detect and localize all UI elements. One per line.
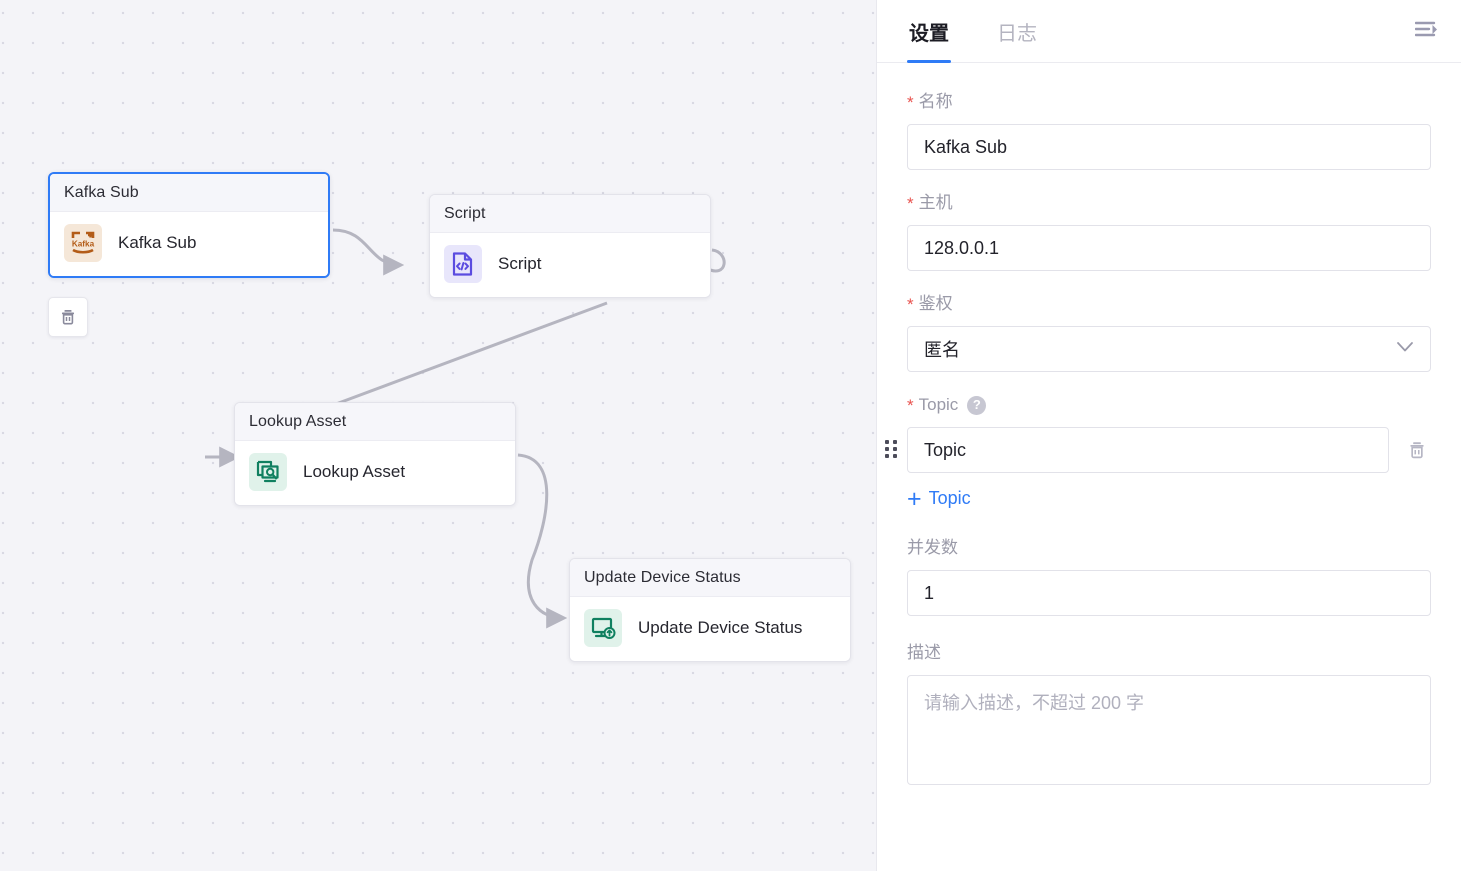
properties-panel: 设置 日志 * 名称 * 主机 <box>876 0 1461 871</box>
flow-node-lookup-asset[interactable]: Lookup Asset Lookup Asset <box>234 402 516 506</box>
drag-dot <box>885 447 889 451</box>
settings-form: * 名称 * 主机 * 鉴权 <box>877 63 1461 871</box>
drag-dot <box>885 440 889 444</box>
drag-dot <box>893 454 897 458</box>
trash-icon <box>58 307 78 327</box>
label-text: 描述 <box>907 642 941 664</box>
drag-dot <box>893 440 897 444</box>
node-title: Kafka Sub <box>50 174 328 212</box>
node-label: Kafka Sub <box>118 233 196 253</box>
node-title: Update Device Status <box>570 559 850 597</box>
field-topic: * Topic ? <box>907 394 1431 511</box>
name-input[interactable] <box>907 124 1431 170</box>
question-icon[interactable]: ? <box>967 396 986 415</box>
node-body: Script <box>430 233 710 297</box>
node-label: Lookup Asset <box>303 462 405 482</box>
field-label-auth: * 鉴权 <box>907 293 1431 315</box>
node-label: Script <box>498 254 541 274</box>
required-marker: * <box>907 94 914 111</box>
required-marker: * <box>907 195 914 212</box>
node-title: Lookup Asset <box>235 403 515 441</box>
auth-select-wrap[interactable] <box>907 326 1431 372</box>
topic-input[interactable] <box>907 427 1389 473</box>
field-label-name: * 名称 <box>907 91 1431 113</box>
node-body: Kafka Kafka Sub <box>50 212 328 276</box>
trash-icon <box>1406 439 1428 461</box>
field-label-host: * 主机 <box>907 192 1431 214</box>
flow-node-script[interactable]: Script Script <box>429 194 711 298</box>
workflow-editor: Kafka Sub Kafka Kafka Sub <box>0 0 1461 871</box>
delete-node-button[interactable] <box>48 297 88 337</box>
label-text: 鉴权 <box>919 293 953 315</box>
label-text: Topic <box>919 394 959 416</box>
description-textarea[interactable] <box>907 675 1431 785</box>
plus-icon: + <box>907 490 922 508</box>
asset-search-icon <box>249 453 287 491</box>
topic-row <box>907 427 1431 473</box>
field-description: 描述 <box>907 642 1431 790</box>
field-auth: * 鉴权 <box>907 293 1431 372</box>
flow-node-update-device-status[interactable]: Update Device Status Update Device Statu… <box>569 558 851 662</box>
node-body: Lookup Asset <box>235 441 515 505</box>
field-label-topic: * Topic ? <box>907 394 1431 416</box>
host-input[interactable] <box>907 225 1431 271</box>
node-title: Script <box>430 195 710 233</box>
node-body: Update Device Status <box>570 597 850 661</box>
field-concurrency: 并发数 <box>907 537 1431 616</box>
topic-drag-handle[interactable] <box>885 440 897 458</box>
auth-select[interactable] <box>907 326 1431 372</box>
label-text: 并发数 <box>907 537 958 559</box>
required-marker: * <box>907 397 914 414</box>
flow-node-kafka-sub[interactable]: Kafka Sub Kafka Kafka Sub <box>48 172 330 278</box>
delete-topic-button[interactable] <box>1403 436 1431 464</box>
svg-text:Kafka: Kafka <box>72 240 95 249</box>
field-label-description: 描述 <box>907 642 1431 664</box>
field-name: * 名称 <box>907 91 1431 170</box>
add-topic-label: Topic <box>929 487 971 509</box>
required-marker: * <box>907 296 914 313</box>
kafka-icon: Kafka <box>64 224 102 262</box>
tab-logs[interactable]: 日志 <box>995 22 1039 62</box>
flow-canvas[interactable]: Kafka Sub Kafka Kafka Sub <box>0 0 876 871</box>
label-text: 主机 <box>919 192 953 214</box>
field-label-concurrency: 并发数 <box>907 537 1431 559</box>
drag-dot <box>885 454 889 458</box>
device-update-icon <box>584 609 622 647</box>
collapse-panel-icon[interactable] <box>1411 14 1443 46</box>
add-topic-button[interactable]: + Topic <box>907 487 971 509</box>
concurrency-input[interactable] <box>907 570 1431 616</box>
node-label: Update Device Status <box>638 618 802 638</box>
field-host: * 主机 <box>907 192 1431 271</box>
label-text: 名称 <box>919 91 953 113</box>
drag-dot <box>893 447 897 451</box>
tab-settings[interactable]: 设置 <box>907 22 951 62</box>
panel-tabs: 设置 日志 <box>877 0 1461 63</box>
code-icon <box>444 245 482 283</box>
